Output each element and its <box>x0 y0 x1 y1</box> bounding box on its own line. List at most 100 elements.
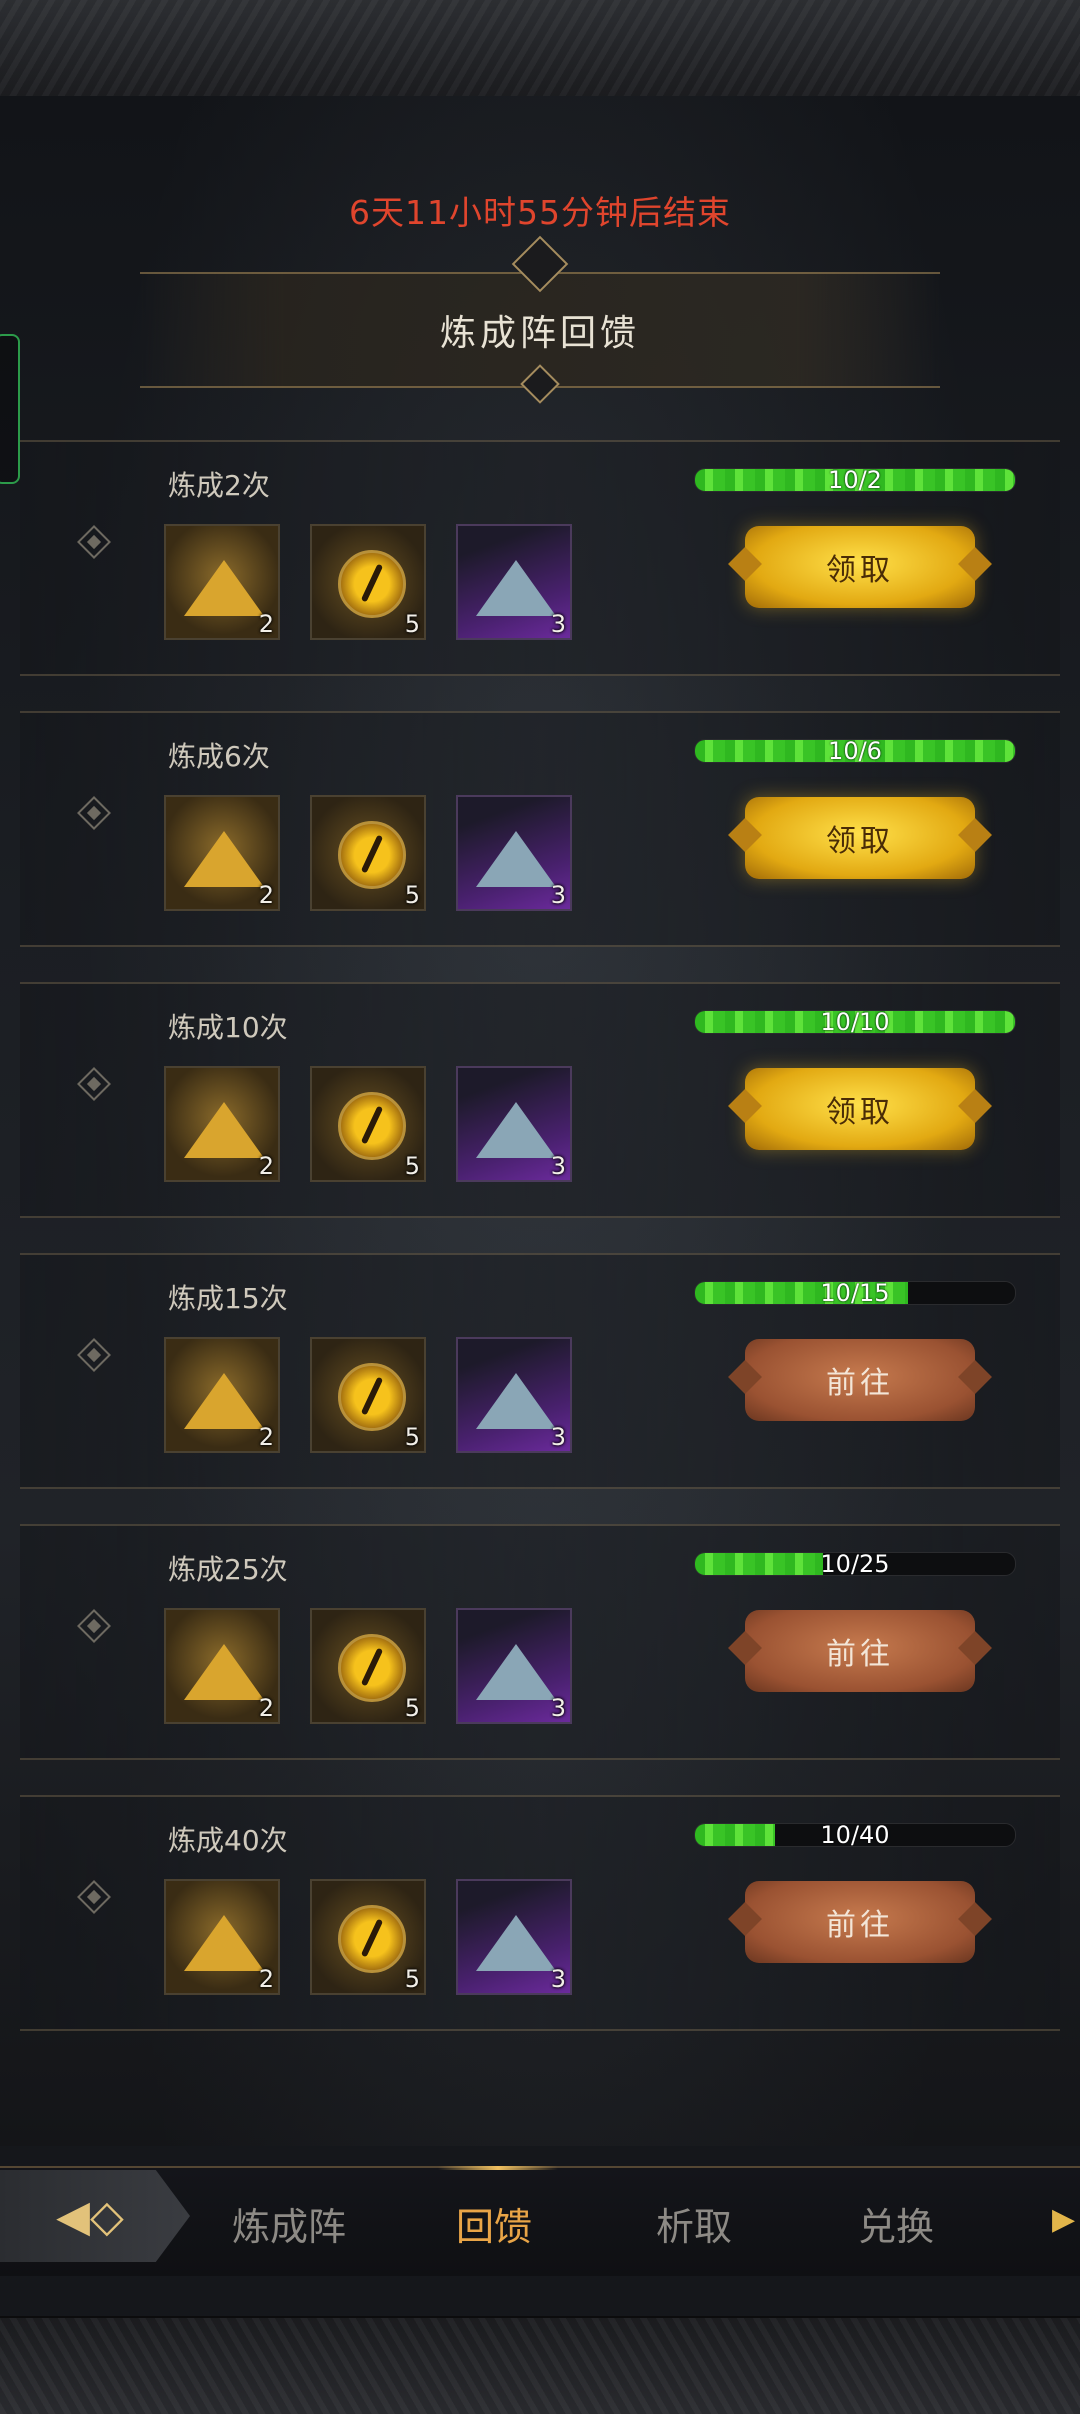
golden-eye-medallion-icon <box>338 1363 406 1431</box>
item-count: 2 <box>258 1423 274 1451</box>
progress-bar: 10/40 <box>694 1823 1016 1847</box>
reward-item-slot[interactable]: 2 <box>164 524 280 640</box>
active-tab-indicator <box>438 2166 558 2170</box>
back-button[interactable]: ◀◇ <box>0 2170 190 2262</box>
title-banner: 炼成阵回馈 <box>140 235 940 404</box>
reward-item-slot[interactable]: 5 <box>310 1066 426 1182</box>
progress-bar: 10/15 <box>694 1281 1016 1305</box>
reward-requirement-label: 炼成15次 <box>168 1282 288 1315</box>
item-count: 2 <box>258 1965 274 1993</box>
item-count: 5 <box>404 1694 420 1722</box>
reward-requirement-label: 炼成10次 <box>168 1011 288 1044</box>
progress-text: 10/15 <box>820 1281 890 1305</box>
reward-requirement-label: 炼成25次 <box>168 1553 288 1586</box>
page-title: 炼成阵回馈 <box>439 313 640 354</box>
event-timer: 6天11小时55分钟后结束 <box>349 193 731 232</box>
reward-row: 炼成10次 2 5 3 10/10 领取 <box>20 982 1060 1218</box>
golden-eye-medallion-icon <box>338 1634 406 1702</box>
progress-text: 10/10 <box>820 1010 890 1034</box>
blue-crystal-pyramid-icon <box>476 560 556 616</box>
reward-item-slot[interactable]: 2 <box>164 1066 280 1182</box>
go-button[interactable]: 前往 <box>745 1339 975 1421</box>
blue-crystal-pyramid-icon <box>476 1102 556 1158</box>
tab-alchemy-array[interactable]: 炼成阵 <box>232 2196 346 2251</box>
reward-item-slot[interactable]: 5 <box>310 1608 426 1724</box>
side-edge-tab[interactable] <box>0 334 20 484</box>
reward-row: 炼成2次 2 5 3 10/2 领取 <box>20 440 1060 676</box>
item-count: 2 <box>258 1152 274 1180</box>
go-button[interactable]: 前往 <box>745 1610 975 1692</box>
gold-pyramid-crystal-icon <box>184 560 264 616</box>
item-count: 2 <box>258 610 274 638</box>
reward-item-slot[interactable]: 5 <box>310 795 426 911</box>
item-count: 5 <box>404 881 420 909</box>
golden-eye-medallion-icon <box>338 821 406 889</box>
progress-bar: 10/25 <box>694 1552 1016 1576</box>
progress-text: 10/25 <box>820 1552 890 1576</box>
tab-exchange[interactable]: 兑换 <box>858 2196 934 2251</box>
claim-button[interactable]: 领取 <box>745 797 975 879</box>
golden-eye-medallion-icon <box>338 550 406 618</box>
progress-bar: 10/2 <box>694 468 1016 492</box>
reward-item-slot[interactable]: 3 <box>456 1066 572 1182</box>
diamond-bullet-icon <box>77 1880 111 1914</box>
reward-item-slot[interactable]: 2 <box>164 1879 280 1995</box>
item-count: 5 <box>404 1152 420 1180</box>
blue-crystal-pyramid-icon <box>476 1373 556 1429</box>
item-count: 3 <box>550 1965 566 1993</box>
reward-item-slot[interactable]: 3 <box>456 1337 572 1453</box>
reward-item-slot[interactable]: 3 <box>456 524 572 640</box>
claim-button[interactable]: 领取 <box>745 526 975 608</box>
reward-item-slot[interactable]: 5 <box>310 524 426 640</box>
item-count: 3 <box>550 1152 566 1180</box>
reward-row: 炼成25次 2 5 3 10/25 前往 <box>20 1524 1060 1760</box>
item-count: 3 <box>550 1423 566 1451</box>
reward-item-slot[interactable]: 2 <box>164 1337 280 1453</box>
progress-text: 10/6 <box>828 739 882 763</box>
item-count: 5 <box>404 610 420 638</box>
gold-pyramid-crystal-icon <box>184 831 264 887</box>
gold-pyramid-crystal-icon <box>184 1102 264 1158</box>
chevron-right-icon[interactable]: ▶ <box>1052 2202 1075 2237</box>
top-decorative-frame <box>0 0 1080 98</box>
gold-pyramid-crystal-icon <box>184 1373 264 1429</box>
reward-item-slot[interactable]: 3 <box>456 1608 572 1724</box>
item-count: 3 <box>550 881 566 909</box>
tab-extract[interactable]: 析取 <box>656 2196 732 2251</box>
progress-text: 10/2 <box>828 468 882 492</box>
tab-feedback[interactable]: 回馈 <box>456 2196 532 2251</box>
reward-requirement-label: 炼成6次 <box>168 740 270 773</box>
item-count: 2 <box>258 1694 274 1722</box>
reward-item-slot[interactable]: 5 <box>310 1879 426 1995</box>
progress-bar: 10/10 <box>694 1010 1016 1034</box>
reward-item-slot[interactable]: 2 <box>164 1608 280 1724</box>
reward-item-slot[interactable]: 3 <box>456 795 572 911</box>
diamond-bullet-icon <box>77 1609 111 1643</box>
diamond-bullet-icon <box>77 1338 111 1372</box>
go-button[interactable]: 前往 <box>745 1881 975 1963</box>
blue-crystal-pyramid-icon <box>476 831 556 887</box>
progress-text: 10/40 <box>820 1823 890 1847</box>
diamond-bullet-icon <box>77 1067 111 1101</box>
reward-item-slot[interactable]: 3 <box>456 1879 572 1995</box>
gold-pyramid-crystal-icon <box>184 1915 264 1971</box>
bottom-nav: ◀◇ 炼成阵 回馈 析取 兑换 ▶ <box>0 2166 1080 2276</box>
reward-row: 炼成40次 2 5 3 10/40 前往 <box>20 1795 1060 2031</box>
reward-item-slot[interactable]: 2 <box>164 795 280 911</box>
bottom-decorative-frame <box>0 2316 1080 2414</box>
item-count: 3 <box>550 1694 566 1722</box>
claim-button[interactable]: 领取 <box>745 1068 975 1150</box>
reward-requirement-label: 炼成40次 <box>168 1824 288 1857</box>
blue-crystal-pyramid-icon <box>476 1915 556 1971</box>
item-count: 2 <box>258 881 274 909</box>
reward-row: 炼成6次 2 5 3 10/6 领取 <box>20 711 1060 947</box>
reward-row: 炼成15次 2 5 3 10/15 前往 <box>20 1253 1060 1489</box>
item-count: 5 <box>404 1965 420 1993</box>
reward-item-slot[interactable]: 5 <box>310 1337 426 1453</box>
gold-pyramid-crystal-icon <box>184 1644 264 1700</box>
golden-eye-medallion-icon <box>338 1905 406 1973</box>
golden-eye-medallion-icon <box>338 1092 406 1160</box>
diamond-bullet-icon <box>77 796 111 830</box>
item-count: 5 <box>404 1423 420 1451</box>
progress-bar: 10/6 <box>694 739 1016 763</box>
